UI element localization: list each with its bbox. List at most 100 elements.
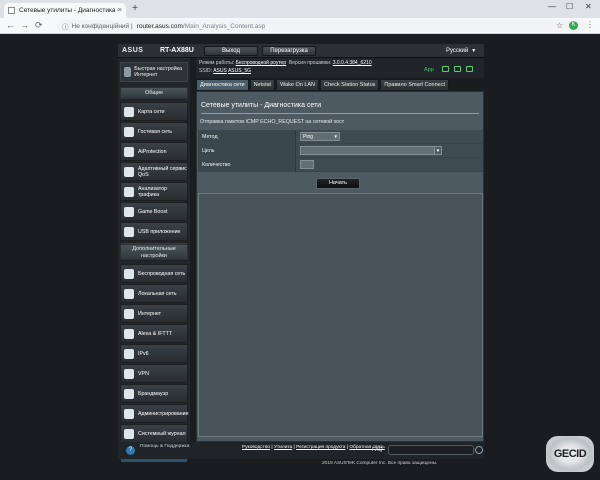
address-bar: ← → ⟳ ⓘ Не конфіденційний | router.asus.… (0, 18, 600, 34)
language-select[interactable]: Русский ▼ (416, 46, 480, 56)
reload-icon[interactable]: ⟳ (35, 21, 43, 30)
usb-status-icon[interactable] (454, 66, 461, 72)
url-host: router.asus.com (136, 22, 183, 30)
tab-4[interactable]: Правило Smart Connect (380, 79, 450, 91)
target-input[interactable]: ▼ (300, 146, 442, 155)
qos-icon (124, 166, 134, 177)
quick-setup-label: Быстрая настройка Интернет (134, 66, 183, 78)
result-output[interactable] (198, 193, 483, 437)
nav-item-label: Анализатор трафика (138, 185, 167, 198)
sidebar-item-advanced-6[interactable]: Брандмауэр (120, 384, 188, 403)
wireless-icon (124, 268, 134, 279)
method-select[interactable]: Ping ▼ (300, 132, 340, 141)
reboot-button[interactable]: Перезагрузка (262, 46, 316, 56)
sidebar-item-general-3[interactable]: Адаптивный сервис QoS (120, 162, 188, 181)
dropdown-arrow-icon: ▼ (333, 134, 338, 139)
start-button[interactable]: Начать (316, 178, 360, 189)
nav-item-label: USB приложение (138, 228, 181, 235)
nav-item-label: Alexa & IFTTT (138, 330, 173, 337)
sidebar-item-general-5[interactable]: Game Boost (120, 202, 188, 221)
usb-icon (124, 226, 134, 237)
help-icon[interactable]: ? (126, 446, 135, 455)
app-label[interactable]: App (424, 67, 434, 73)
manual-link[interactable]: Руководство (242, 445, 270, 450)
network-status-icon[interactable] (442, 66, 449, 72)
language-value: Русский (446, 48, 469, 54)
search-icon[interactable] (475, 446, 483, 454)
browser-tab[interactable]: Сетевые утилиты - Диагностика сети × (4, 3, 126, 18)
diagnostic-form: Метод Ping ▼ Цель ▼ Количество (198, 130, 483, 172)
logout-button[interactable]: Выход (204, 46, 258, 56)
nav-item-label: VPN (138, 370, 149, 377)
sidebar-item-general-4[interactable]: Анализатор трафика (120, 182, 188, 201)
sidebar-item-advanced-0[interactable]: Беспроводная сеть (120, 264, 188, 283)
window-close-icon[interactable]: ✕ (585, 2, 592, 11)
sidebar-item-advanced-7[interactable]: Администрирование (120, 404, 189, 423)
lan-icon (124, 288, 134, 299)
tab-0[interactable]: Диагностика сети (196, 79, 249, 91)
page-description: Отправка пакетов ICMP ECHO_REQUEST на се… (200, 119, 345, 125)
wifi-status-icon[interactable] (466, 66, 473, 72)
target-label: Цель (198, 144, 296, 158)
ssid-2g[interactable]: ASUS (213, 68, 227, 74)
traffic-analyzer-icon (124, 186, 134, 197)
sidebar-item-advanced-8[interactable]: Системный журнал (120, 424, 188, 443)
tab-3[interactable]: Check Station Status (320, 79, 380, 91)
tab-2[interactable]: Wake On LAN (276, 79, 320, 91)
firmware-value[interactable]: 3.0.0.4.384_6210 (333, 60, 372, 66)
nav-item-label: Карта сети (138, 108, 165, 115)
main-panel: Сетевые утилиты - Диагностика сети Отпра… (196, 91, 484, 442)
copyright: 2019 ASUSTeK Computer Inc. Все права защ… (322, 461, 438, 466)
info-icon[interactable]: ⓘ (62, 21, 69, 31)
title-divider (201, 113, 479, 114)
tab-1[interactable]: Netstat (249, 79, 276, 91)
sidebar: Быстрая настройка Интернет Общие Карта с… (118, 58, 190, 463)
browser-menu-icon[interactable]: ⋮ (586, 20, 594, 29)
mode-value[interactable]: Беспроводной роутер (236, 60, 287, 66)
status-bar: Режим работы: Беспроводной роутер Версия… (196, 58, 484, 78)
nav-item-label: Интернет (138, 310, 162, 317)
sidebar-item-advanced-1[interactable]: Локальная сеть (120, 284, 188, 303)
help-label[interactable]: Помощь & Поддержка (140, 444, 189, 450)
nav-item-label: AiProtection (138, 148, 167, 155)
extension-icon[interactable]: K (569, 21, 578, 30)
firewall-icon (124, 388, 134, 399)
close-tab-icon[interactable]: × (118, 7, 122, 14)
sidebar-item-advanced-4[interactable]: IPv6 (120, 344, 188, 363)
minimize-icon[interactable]: — (548, 2, 556, 11)
ssid-5g[interactable]: ASUS_5G (228, 68, 251, 74)
status-line-2: SSID: ASUS ASUS_5G (199, 68, 251, 74)
sidebar-item-advanced-2[interactable]: Интернет (120, 304, 188, 323)
count-row: Количество (198, 158, 483, 172)
sidebar-item-advanced-3[interactable]: Alexa & IFTTT (120, 324, 188, 343)
sidebar-item-general-0[interactable]: Карта сети (120, 102, 188, 121)
sidebar-item-advanced-5[interactable]: VPN (120, 364, 188, 383)
browser-tab-title: Сетевые утилиты - Диагностика сети (19, 7, 118, 14)
faq-search-input[interactable] (388, 445, 474, 455)
sidebar-item-general-1[interactable]: Гостевая сеть (120, 122, 188, 141)
firmware-label: Версия прошивки: (288, 60, 332, 66)
nav-item-label: Брандмауэр (138, 390, 169, 397)
count-input[interactable] (300, 160, 314, 169)
new-tab-button[interactable]: + (129, 4, 141, 15)
quick-setup-button[interactable]: Быстрая настройка Интернет (120, 62, 188, 82)
network-map-icon (124, 106, 134, 117)
utility-link[interactable]: Утилита (274, 445, 292, 450)
method-row: Метод Ping ▼ (198, 130, 483, 144)
nav-item-label: Системный журнал (138, 430, 186, 437)
status-line-1: Режим работы: Беспроводной роутер Версия… (199, 60, 372, 66)
wan-icon (124, 308, 134, 319)
back-icon[interactable]: ← (6, 21, 15, 30)
sidebar-item-general-6[interactable]: USB приложение (120, 222, 188, 241)
vpn-icon (124, 368, 134, 379)
guest-network-icon (124, 126, 134, 137)
registration-link[interactable]: Регистрация продукта (296, 445, 345, 450)
nav-item-label: Администрирование (138, 410, 189, 417)
bookmark-star-icon[interactable]: ☆ (556, 21, 563, 30)
maximize-icon[interactable]: ☐ (566, 2, 573, 11)
target-dropdown-button[interactable]: ▼ (434, 146, 442, 155)
nav-item-label: Гостевая сеть (138, 128, 173, 135)
url-input[interactable]: ⓘ Не конфіденційний | router.asus.com/Ma… (56, 20, 586, 32)
forward-icon[interactable]: → (20, 21, 29, 30)
sidebar-item-general-2[interactable]: AiProtection (120, 142, 188, 161)
